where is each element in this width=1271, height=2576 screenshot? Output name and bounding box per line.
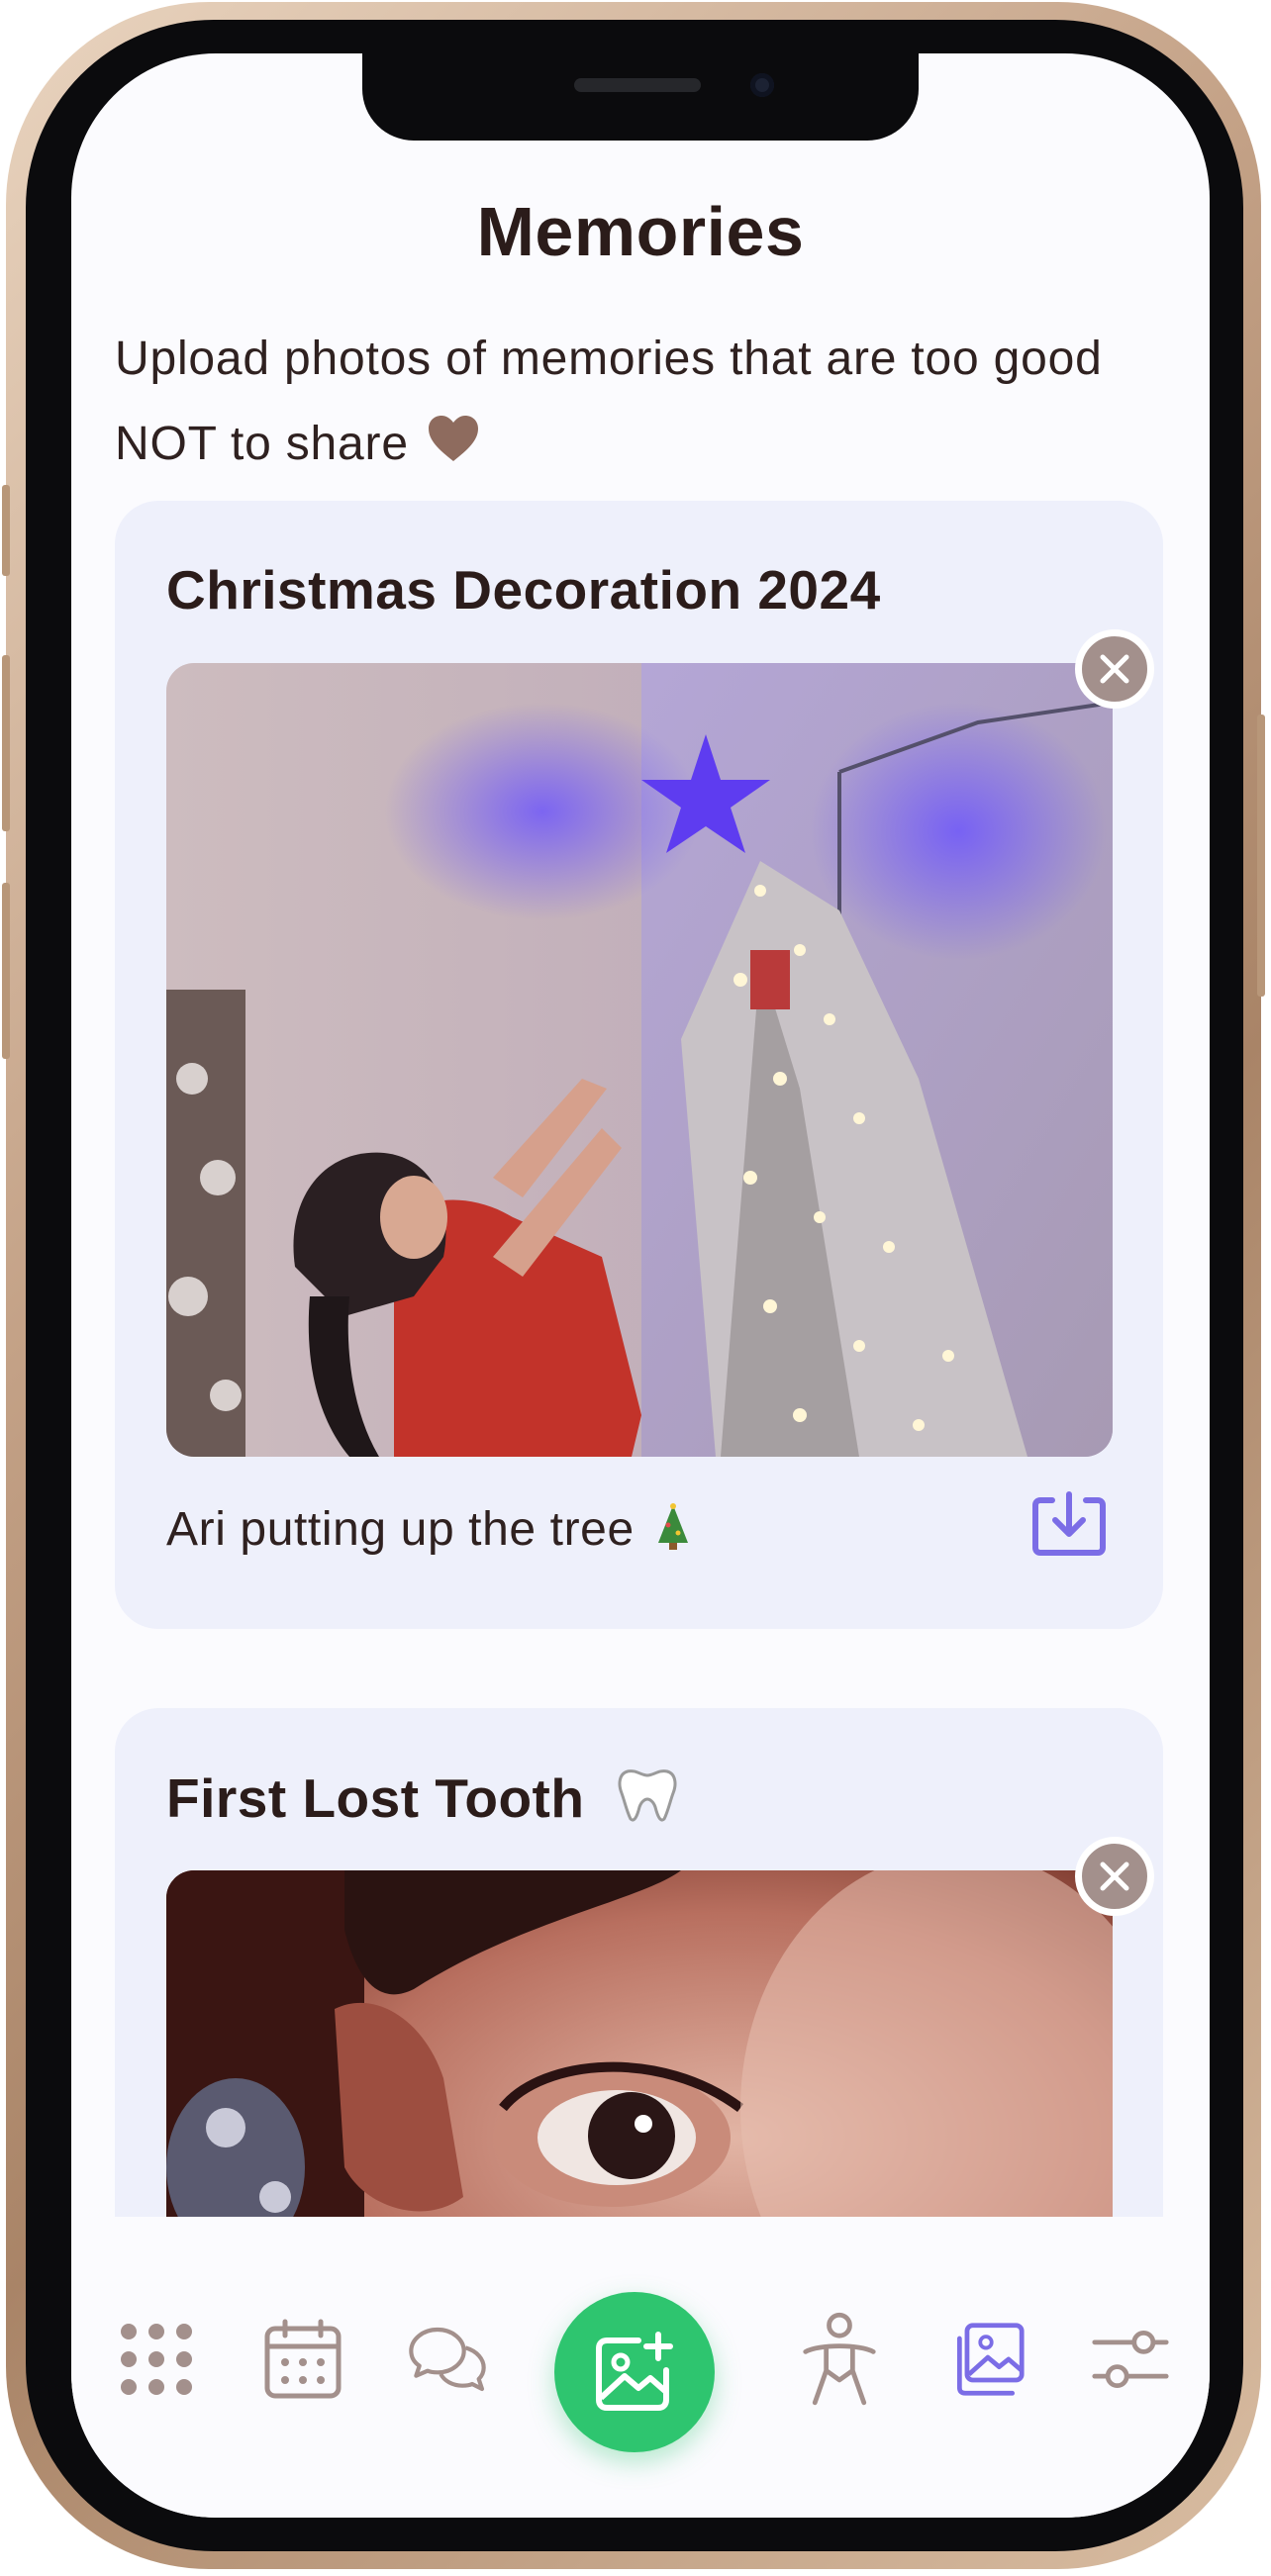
- front-camera: [750, 73, 774, 97]
- nav-profile[interactable]: [800, 2312, 879, 2406]
- nav-settings[interactable]: [1091, 2320, 1170, 2399]
- power-button: [1257, 715, 1265, 997]
- mute-switch: [2, 485, 10, 576]
- nav-memories[interactable]: [946, 2320, 1026, 2399]
- memory-caption-text: Ari putting up the tree: [166, 1503, 635, 1556]
- person-icon: [803, 2312, 876, 2406]
- close-icon: [1100, 654, 1129, 684]
- heart-icon: [427, 406, 480, 491]
- memory-photo[interactable]: [166, 663, 1113, 1457]
- gallery-icon: [956, 2323, 1025, 2396]
- memory-caption: Ari putting up the tree: [166, 1502, 690, 1563]
- close-icon: [1100, 1861, 1129, 1891]
- volume-up-button: [2, 655, 10, 831]
- christmas-tree-icon: [656, 1503, 690, 1563]
- delete-memory-button[interactable]: [1075, 1837, 1154, 1916]
- add-memory-button[interactable]: [554, 2292, 715, 2452]
- speaker-grille: [574, 78, 701, 92]
- nav-calendar[interactable]: [263, 2319, 342, 2399]
- nav-dashboard[interactable]: [117, 2320, 196, 2399]
- app-screen: Memories Upload photos of memories that …: [71, 53, 1210, 2518]
- bottom-navigation: [71, 2217, 1210, 2518]
- memory-title: Christmas Decoration 2024: [166, 559, 881, 620]
- grid-icon: [121, 2324, 192, 2395]
- add-photo-icon: [596, 2332, 673, 2411]
- chat-icon: [409, 2327, 486, 2392]
- notch: [362, 53, 919, 141]
- nav-messages[interactable]: [408, 2320, 487, 2399]
- download-icon: [1032, 1491, 1106, 1556]
- settings-sliders-icon: [1092, 2330, 1169, 2389]
- memory-title: First Lost Tooth: [166, 1765, 679, 1838]
- memory-card: Christmas Decoration 2024 Ari putting up…: [115, 501, 1163, 1629]
- page-title: Memories: [476, 193, 805, 270]
- calendar-icon: [264, 2319, 342, 2399]
- page-subtitle-text: Upload photos of memories that are too g…: [115, 333, 1103, 470]
- volume-down-button: [2, 883, 10, 1059]
- page-subtitle: Upload photos of memories that are too g…: [115, 317, 1164, 491]
- tooth-icon: [616, 1765, 679, 1838]
- delete-memory-button[interactable]: [1075, 629, 1154, 709]
- download-button[interactable]: [1030, 1490, 1108, 1565]
- memory-title-text: First Lost Tooth: [166, 1767, 585, 1829]
